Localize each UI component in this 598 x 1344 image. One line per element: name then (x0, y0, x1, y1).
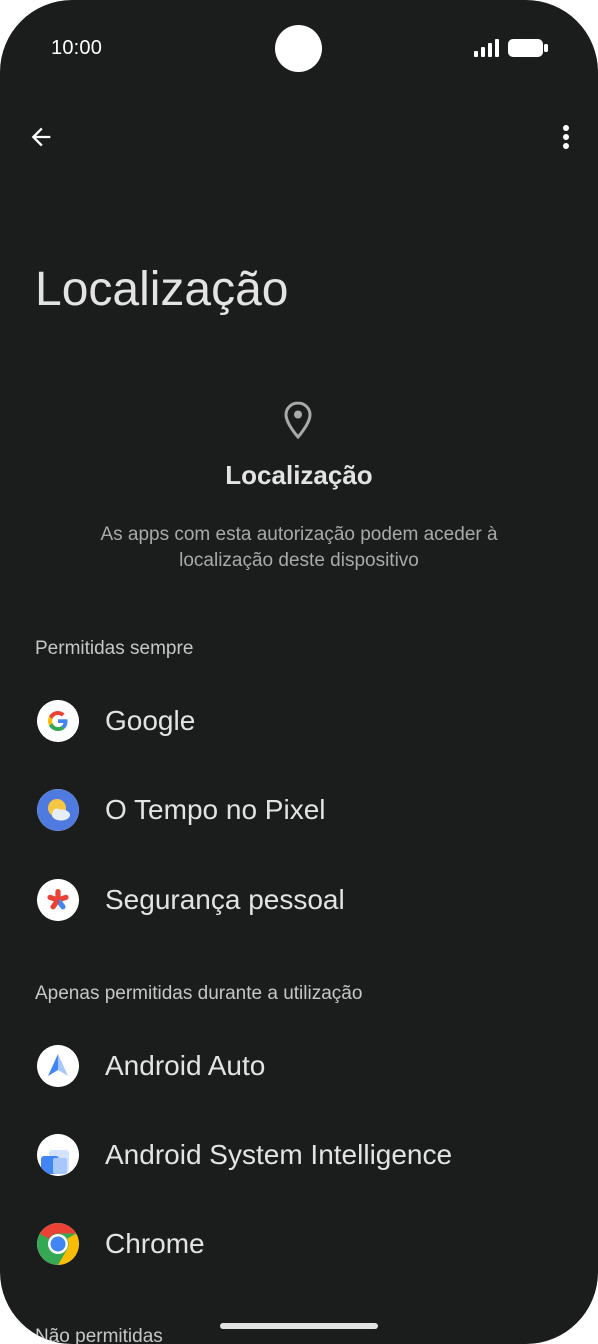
more-vert-icon (563, 125, 569, 149)
home-indicator[interactable] (220, 1323, 378, 1329)
app-label: Google (105, 705, 196, 736)
app-label: Android Auto (105, 1050, 266, 1081)
camera-cutout (275, 25, 322, 72)
header-title: Localização (225, 460, 373, 490)
section-label-while-in-use: Apenas permitidas durante a utilização (35, 983, 363, 1004)
back-button[interactable] (20, 116, 62, 158)
phone-screen: 10:00 Localização Localização As apps co… (0, 0, 598, 1344)
header-description: As apps com esta autorização podem acede… (100, 524, 498, 571)
location-pin-icon (284, 401, 312, 440)
app-label: Segurança pessoal (105, 884, 345, 915)
status-bar: 10:00 (0, 0, 598, 96)
status-time: 10:00 (51, 37, 103, 59)
weather-icon (37, 789, 79, 831)
page-title: Localização (35, 263, 289, 316)
more-options-button[interactable] (546, 116, 586, 158)
google-icon (37, 700, 79, 742)
app-label: O Tempo no Pixel (105, 794, 326, 825)
android-auto-icon (37, 1045, 79, 1087)
personal-safety-icon (37, 879, 79, 921)
app-label: Chrome (105, 1228, 205, 1259)
section-label-always: Permitidas sempre (35, 638, 194, 659)
app-row-google[interactable]: Google (0, 681, 598, 761)
battery-icon (508, 39, 548, 57)
signal-icon (474, 39, 499, 57)
section-label-denied: Não permitidas (35, 1326, 163, 1344)
android-system-intelligence-icon (37, 1134, 79, 1176)
app-row-chrome[interactable]: Chrome (0, 1204, 598, 1284)
app-row-personal-safety[interactable]: Segurança pessoal (0, 860, 598, 940)
chrome-icon (37, 1223, 79, 1265)
app-row-weather[interactable]: O Tempo no Pixel (0, 770, 598, 850)
arrow-back-icon (31, 127, 51, 147)
app-label: Android System Intelligence (105, 1139, 453, 1170)
app-row-android-auto[interactable]: Android Auto (0, 1026, 598, 1106)
app-row-android-system-intelligence[interactable]: Android System Intelligence (0, 1115, 598, 1195)
